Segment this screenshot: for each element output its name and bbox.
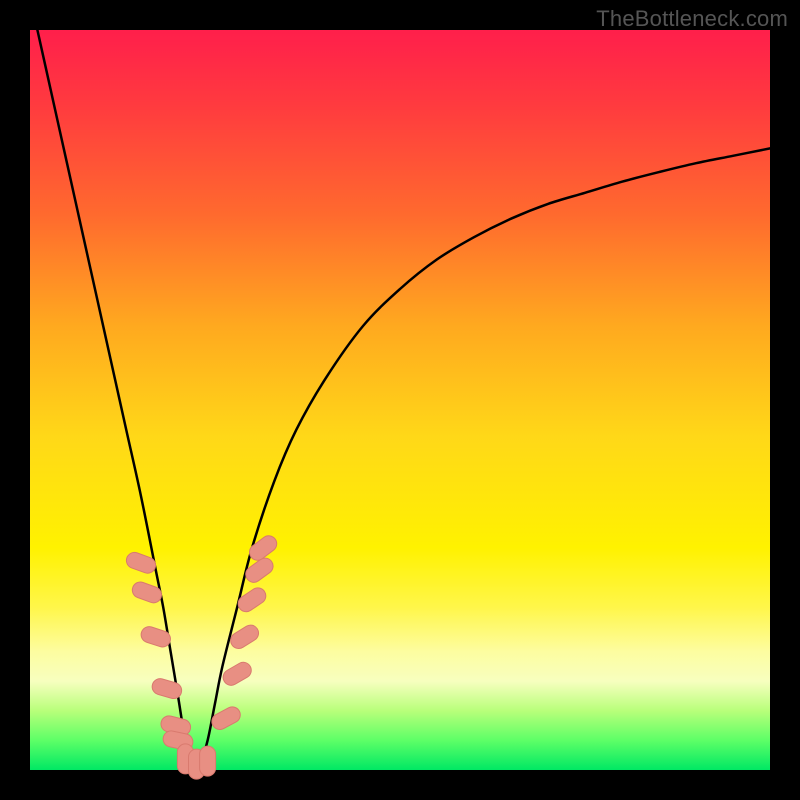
curve-marker xyxy=(200,746,216,776)
curve-marker xyxy=(235,585,269,615)
marker-cluster xyxy=(124,533,280,779)
plot-area xyxy=(30,30,770,770)
bottleneck-curve xyxy=(37,30,770,765)
curve-marker xyxy=(150,677,183,701)
curve-path xyxy=(37,30,770,765)
chart-overlay xyxy=(30,30,770,770)
watermark-text: TheBottleneck.com xyxy=(596,6,788,32)
curve-marker xyxy=(220,659,254,688)
chart-frame: TheBottleneck.com xyxy=(0,0,800,800)
